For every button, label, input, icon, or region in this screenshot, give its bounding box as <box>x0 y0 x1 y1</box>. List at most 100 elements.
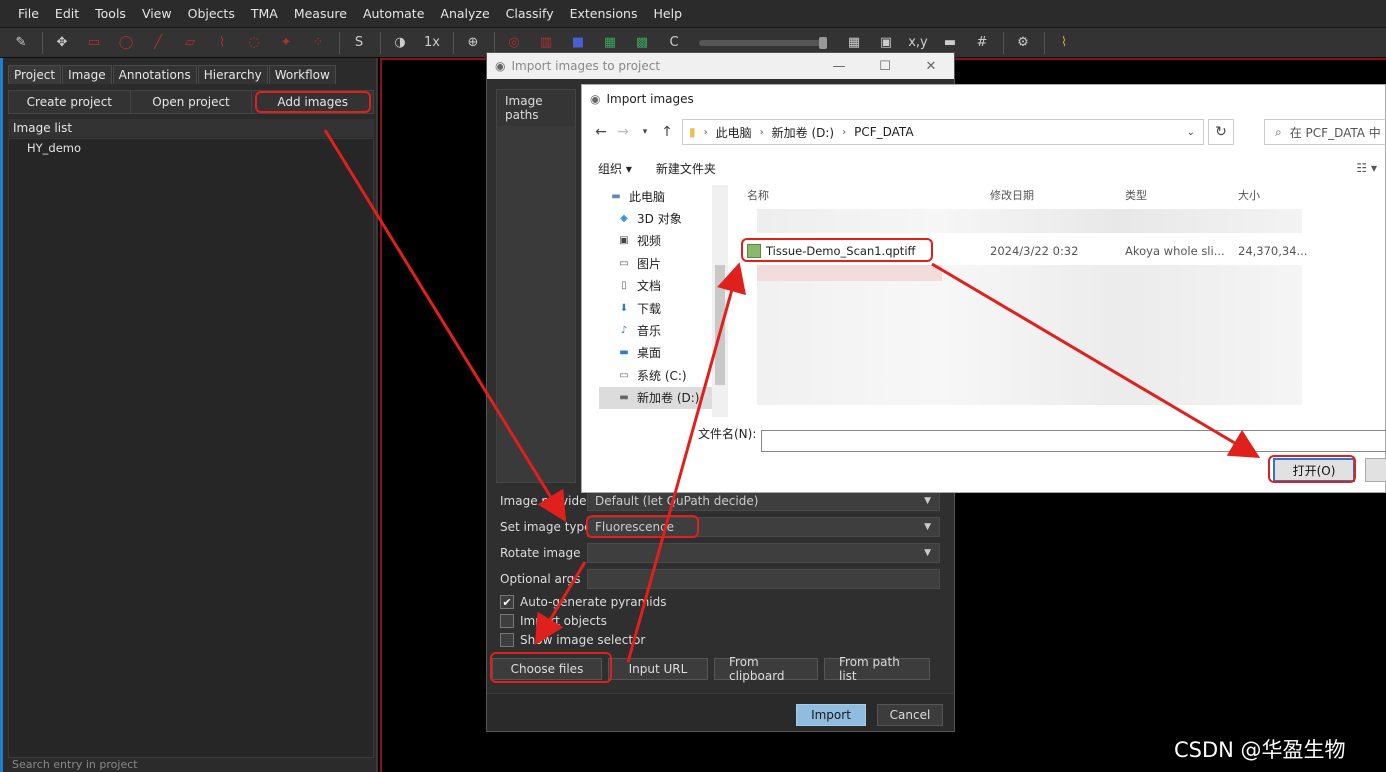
image-paths-list[interactable]: Image paths <box>496 89 576 483</box>
menu-measure[interactable]: Measure <box>286 0 355 28</box>
refresh-icon[interactable]: ↻ <box>1208 119 1234 145</box>
tab-image[interactable]: Image <box>62 65 112 84</box>
menu-view[interactable]: View <box>134 0 180 28</box>
tree-item-pictures[interactable]: ▭ 图片 <box>599 252 727 274</box>
fill-detections-icon[interactable]: ▦ <box>599 32 621 54</box>
tree-item-downloads[interactable]: ⬇ 下载 <box>599 297 727 319</box>
breadcrumb-folder[interactable]: PCF_DATA <box>854 125 913 139</box>
search-placeholder: 在 PCF_DATA 中 <box>1289 125 1381 140</box>
auto-pyramids-checkbox[interactable]: ✔ Auto-generate pyramids <box>500 595 667 609</box>
scalebar-icon[interactable]: ▬ <box>939 32 961 54</box>
import-objects-label: Import objects <box>520 614 607 628</box>
polygon-tool-icon[interactable]: ▱ <box>179 32 201 54</box>
polyline-tool-icon[interactable]: ⌇ <box>211 32 233 54</box>
tab-annotations[interactable]: Annotations <box>112 65 197 84</box>
move-icon[interactable]: ✥ <box>51 32 73 54</box>
maximize-icon[interactable]: ☐ <box>862 59 908 74</box>
import-objects-checkbox[interactable]: Import objects <box>500 614 607 628</box>
show-tma-icon[interactable]: ▥ <box>535 32 557 54</box>
rotate-image-select[interactable]: ▼ <box>587 543 940 563</box>
cancel-button[interactable] <box>1365 458 1386 482</box>
show-detections-icon[interactable]: ■ <box>567 32 589 54</box>
zoom-level[interactable]: 1x <box>421 32 443 54</box>
column-type[interactable]: 类型 <box>1125 187 1147 203</box>
project-search-input[interactable]: Search entry in project <box>8 758 374 772</box>
counting-grid-icon[interactable]: # <box>971 32 993 54</box>
menu-automate[interactable]: Automate <box>355 0 432 28</box>
tab-workflow[interactable]: Workflow <box>268 65 336 84</box>
line-tool-icon[interactable]: ╱ <box>147 32 169 54</box>
back-arrow-icon[interactable]: ← <box>590 124 612 140</box>
menu-classify[interactable]: Classify <box>498 0 562 28</box>
organize-button[interactable]: 组织 ▾ <box>598 160 632 177</box>
menu-tma[interactable]: TMA <box>243 0 286 28</box>
menu-objects[interactable]: Objects <box>180 0 243 28</box>
grid-icon[interactable]: ▦ <box>843 32 865 54</box>
from-clipboard-button[interactable]: From clipboard <box>714 655 818 683</box>
optional-args-input[interactable] <box>587 569 940 589</box>
menu-edit[interactable]: Edit <box>47 0 87 28</box>
list-item[interactable]: HY_demo <box>9 139 373 157</box>
show-pixel-classification-icon[interactable]: ▩ <box>631 32 653 54</box>
show-selector-checkbox[interactable]: Show image selector <box>500 633 645 647</box>
create-project-button[interactable]: Create project <box>9 91 131 113</box>
tree-item-music[interactable]: ♪ 音乐 <box>599 319 727 341</box>
address-bar[interactable]: ▮ › 此电脑 › 新加卷 (D:) › PCF_DATA ⌄ <box>682 119 1204 145</box>
image-provider-select[interactable]: Default (let QuPath decide) ▼ <box>587 491 940 511</box>
column-name[interactable]: 名称 <box>747 187 769 203</box>
breadcrumb-drive[interactable]: 新加卷 (D:) <box>772 124 834 141</box>
wand-tool-icon[interactable]: ✦ <box>275 32 297 54</box>
zoom-to-fit-icon[interactable]: ⊕ <box>462 32 484 54</box>
chevron-down-icon[interactable]: ⌄ <box>1187 127 1195 138</box>
new-folder-button[interactable]: 新建文件夹 <box>656 160 716 177</box>
classifier-button[interactable]: C <box>663 32 685 54</box>
tree-scrollbar[interactable] <box>712 185 728 417</box>
open-project-button[interactable]: Open project <box>131 91 253 113</box>
menu-extensions[interactable]: Extensions <box>562 0 646 28</box>
tab-hierarchy[interactable]: Hierarchy <box>197 65 268 84</box>
column-date[interactable]: 修改日期 <box>990 187 1034 203</box>
menu-help[interactable]: Help <box>646 0 691 28</box>
input-url-button[interactable]: Input URL <box>608 658 708 680</box>
brush-tool-icon[interactable]: ◌ <box>243 32 265 54</box>
file-date: 2024/3/22 0:32 <box>990 244 1079 258</box>
search-input[interactable]: ⌕ 在 PCF_DATA 中 <box>1264 119 1386 145</box>
from-path-list-button[interactable]: From path list <box>824 655 930 683</box>
overview-icon[interactable]: ▣ <box>875 32 897 54</box>
scrollbar-thumb[interactable] <box>715 265 725 385</box>
selection-mode-button[interactable]: S <box>348 32 370 54</box>
tree-item-documents[interactable]: ▯ 文档 <box>599 275 727 297</box>
tree-item-drive-d[interactable]: ▬ 新加卷 (D:) <box>599 386 727 409</box>
log-icon[interactable]: ⌇ <box>1053 32 1075 54</box>
tree-item-videos[interactable]: ▣ 视频 <box>599 230 727 252</box>
filename-input[interactable] <box>761 430 1386 452</box>
close-icon[interactable]: ✕ <box>908 59 954 74</box>
minimize-icon[interactable]: — <box>816 59 862 74</box>
menu-file[interactable]: File <box>10 0 47 28</box>
menu-tools[interactable]: Tools <box>87 0 134 28</box>
menu-analyze[interactable]: Analyze <box>432 0 497 28</box>
breadcrumb-pc[interactable]: 此电脑 <box>716 124 752 141</box>
tree-item-desktop[interactable]: ▬ 桌面 <box>599 342 727 364</box>
rectangle-tool-icon[interactable]: ▭ <box>83 32 105 54</box>
tree-item-pc[interactable]: ▬ 此电脑 <box>599 185 727 207</box>
tree-label: 新加卷 (D:) <box>637 391 700 406</box>
ruler-icon[interactable]: ✎ <box>10 32 32 54</box>
show-annotations-icon[interactable]: ◎ <box>503 32 525 54</box>
ellipse-tool-icon[interactable]: ◯ <box>115 32 137 54</box>
settings-icon[interactable]: ⚙ <box>1012 32 1034 54</box>
recent-chevron-icon[interactable]: ▾ <box>634 127 656 137</box>
view-options-icon[interactable]: ☷ ▾ <box>1356 161 1377 175</box>
import-button[interactable]: Import <box>796 704 866 726</box>
forward-arrow-icon[interactable]: → <box>612 124 634 140</box>
up-arrow-icon[interactable]: ↑ <box>656 124 678 140</box>
tree-item-3d[interactable]: ◆ 3D 对象 <box>599 207 727 229</box>
brightness-contrast-icon[interactable]: ◑ <box>389 32 411 54</box>
column-size[interactable]: 大小 <box>1238 187 1260 203</box>
tree-item-drive-c[interactable]: ▭ 系统 (C:) <box>599 364 727 386</box>
points-tool-icon[interactable]: ⁘ <box>307 32 329 54</box>
location-toggle[interactable]: x,y <box>907 32 929 54</box>
tab-project[interactable]: Project <box>8 65 62 84</box>
cancel-button[interactable]: Cancel <box>877 704 943 726</box>
opacity-slider[interactable] <box>699 36 827 49</box>
